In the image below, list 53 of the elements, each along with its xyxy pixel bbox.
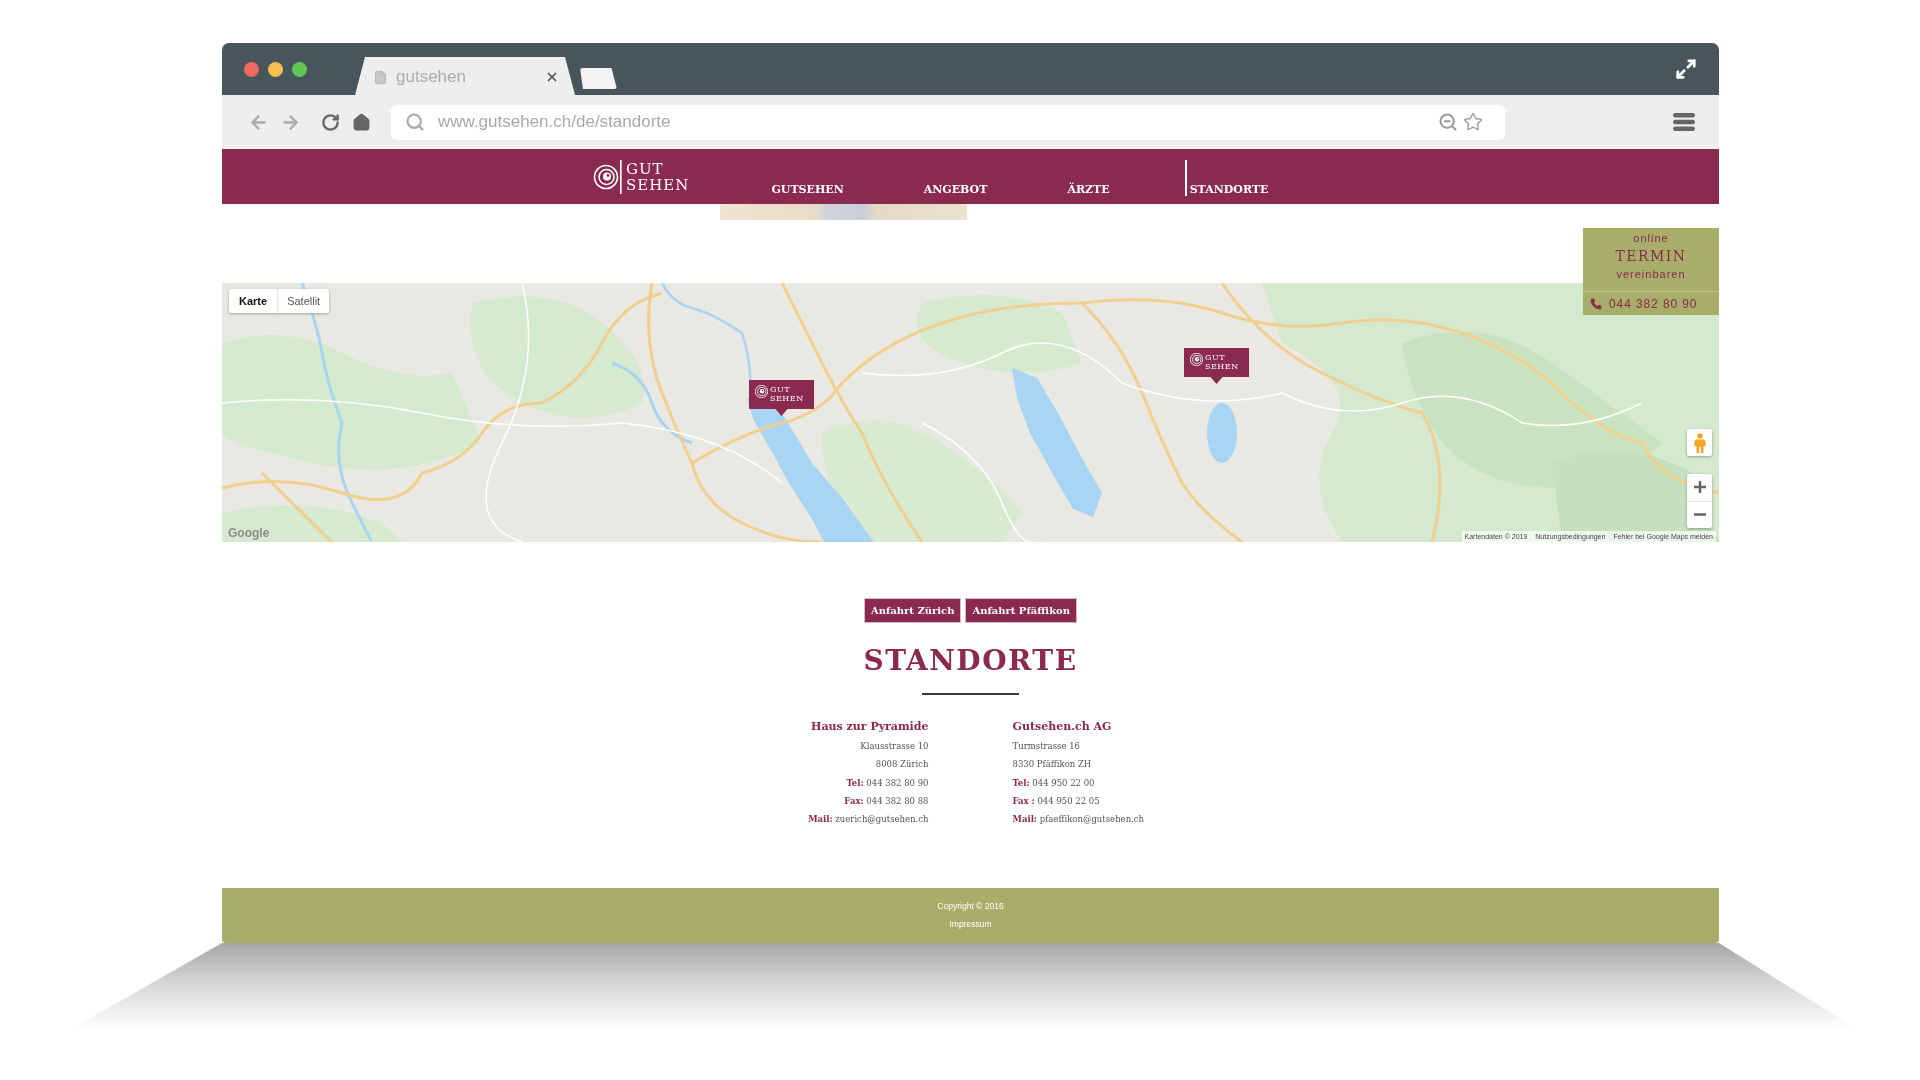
directions-button[interactable]: Anfahrt Zürich <box>863 598 962 623</box>
logo-text[interactable]: GUT <box>626 161 690 177</box>
nav-link[interactable]: STANDORTE <box>1184 160 1269 196</box>
marker-logo-text: SEHEN <box>770 394 804 403</box>
maximize-window-icon[interactable] <box>292 61 307 77</box>
new-tab-button[interactable] <box>580 68 617 89</box>
appointment-widget[interactable]: online TERMIN vereinbaren 044 382 80 90 <box>1583 228 1719 315</box>
marker-logo-text: GUT <box>770 385 791 394</box>
directions-button[interactable]: Anfahrt Pfäffikon <box>965 598 1078 623</box>
close-icon[interactable] <box>545 70 559 84</box>
address-line: Fax : 044 950 22 05 <box>1012 794 1100 808</box>
nav-link[interactable]: ÄRZTE <box>1067 160 1110 196</box>
address-line: Tel: 044 950 22 00 <box>1012 776 1095 790</box>
address-line: Tel: 044 382 80 90 <box>846 776 929 790</box>
marker-logo-text: GUT <box>1205 353 1226 362</box>
address-line: Mail: pfaeffikon@gutsehen.ch <box>1012 813 1145 827</box>
minus-icon <box>1693 513 1706 517</box>
logo-icon <box>1190 353 1203 366</box>
address-line: 8008 Zürich <box>875 758 929 772</box>
location-name: Haus zur Pyramide <box>811 719 929 735</box>
copyright-text: Copyright © 2016 <box>937 900 1004 913</box>
expand-icon[interactable] <box>1675 58 1697 80</box>
phone-icon <box>1590 297 1602 310</box>
map-type-tab[interactable]: Satellit <box>277 289 330 313</box>
minimize-window-icon[interactable] <box>268 61 283 77</box>
nav-link[interactable]: ANGEBOT <box>923 160 988 196</box>
widget-text: vereinbaren <box>1616 267 1686 281</box>
address-line: Fax: 044 382 80 88 <box>844 794 929 808</box>
plus-icon <box>1693 481 1706 494</box>
phone-number[interactable]: 044 382 80 90 <box>1609 296 1698 311</box>
address-line: 8330 Pfäffikon ZH <box>1012 758 1092 772</box>
logo-text[interactable]: SEHEN <box>626 177 690 193</box>
page-heading: STANDORTE <box>863 644 1078 678</box>
home-icon[interactable] <box>352 112 371 132</box>
reload-icon[interactable] <box>321 112 340 132</box>
person-icon <box>1693 432 1706 453</box>
close-window-icon[interactable] <box>244 61 259 77</box>
menu-icon[interactable] <box>1673 113 1695 131</box>
document-icon <box>373 69 388 85</box>
logo-icon[interactable] <box>593 160 623 194</box>
zoom-out-icon[interactable] <box>1438 112 1458 132</box>
star-icon[interactable] <box>1463 112 1483 132</box>
map-type-tab[interactable]: Karte <box>229 289 278 313</box>
nav-link[interactable]: GUTSEHEN <box>771 160 844 196</box>
widget-text: online <box>1633 231 1669 245</box>
search-icon <box>405 112 425 132</box>
widget-title: TERMIN <box>1615 247 1687 266</box>
address-line: Mail: zuerich@gutsehen.ch <box>808 813 929 827</box>
address-line: Turmstrasse 16 <box>1012 740 1080 753</box>
location-name: Gutsehen.ch AG <box>1012 719 1112 735</box>
logo-icon <box>755 385 768 398</box>
marker-logo-text: SEHEN <box>1205 362 1239 371</box>
address-line: Klausstrasse 10 <box>860 740 929 753</box>
